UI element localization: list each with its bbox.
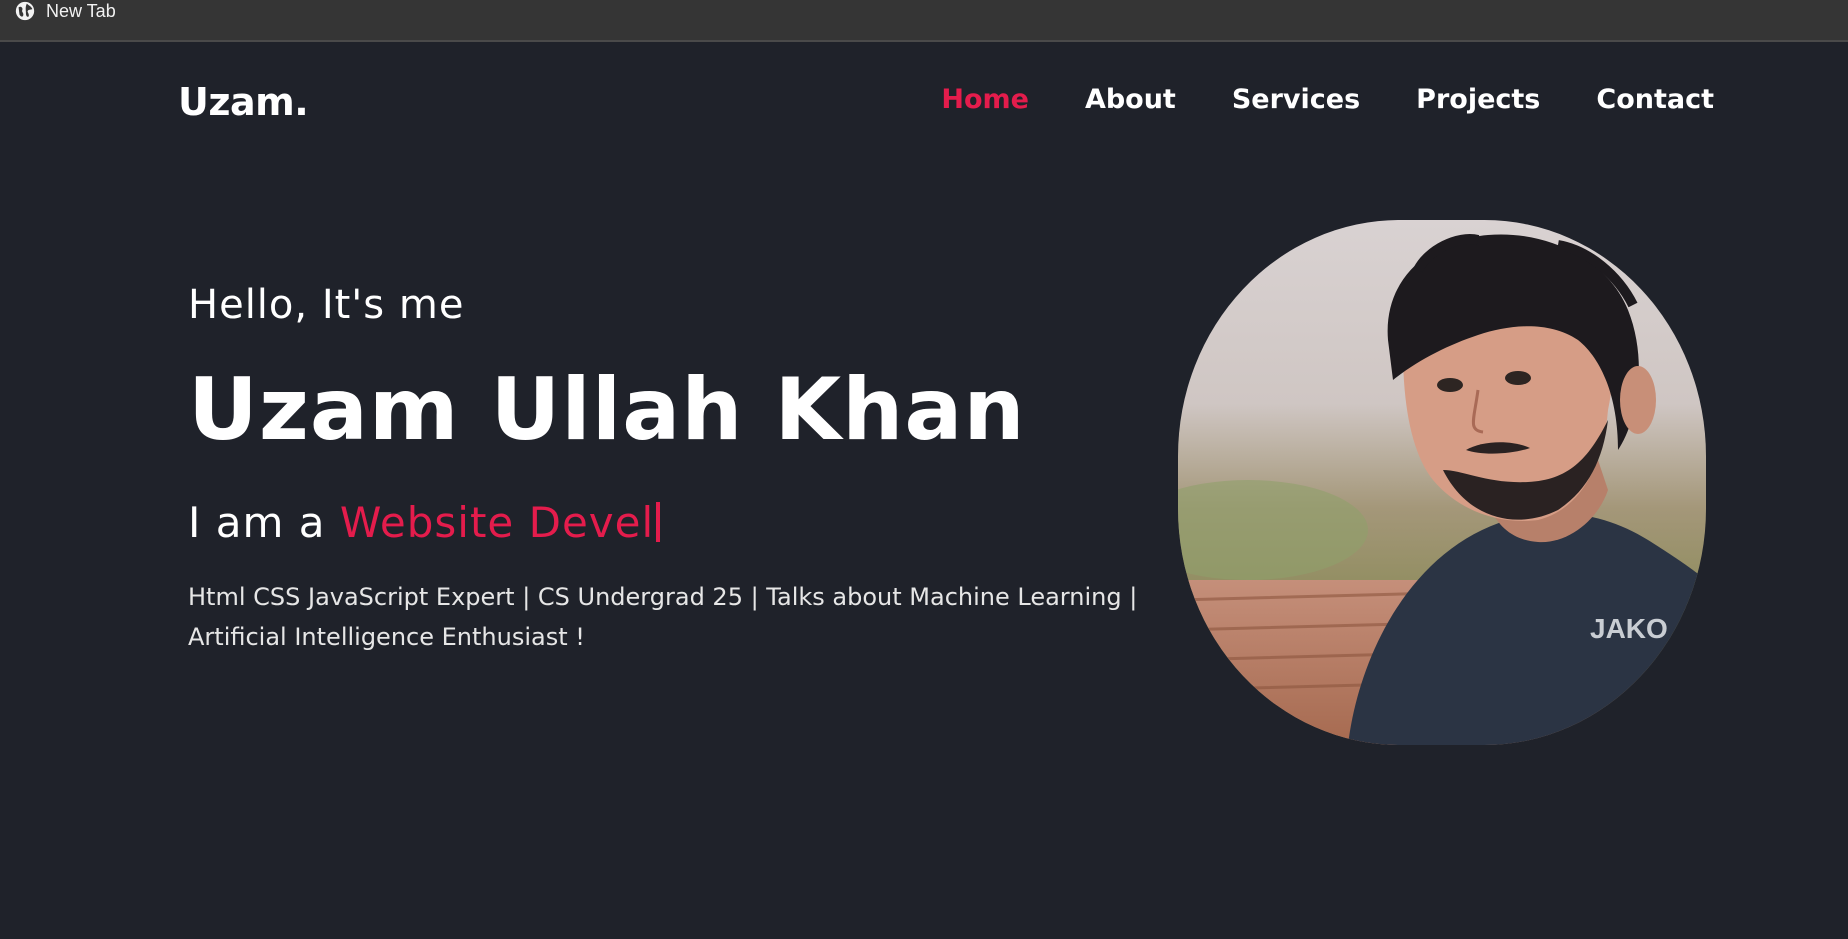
shirt-text: JAKO	[1590, 613, 1668, 644]
nav-home[interactable]: Home	[941, 84, 1029, 115]
profile-photo-illustration: JAKO	[1178, 220, 1706, 745]
nav-projects[interactable]: Projects	[1416, 84, 1540, 115]
role-prefix: I am a	[188, 498, 326, 547]
hero-bio: Html CSS JavaScript Expert | CS Undergra…	[188, 583, 1138, 651]
globe-icon	[15, 1, 35, 21]
hero-text: Hello, It's me Uzam Ullah Khan I am a We…	[188, 282, 1148, 657]
site-logo[interactable]: Uzam.	[178, 80, 309, 124]
hero-greeting: Hello, It's me	[188, 282, 465, 328]
profile-photo: JAKO	[1178, 220, 1706, 745]
main-nav: Home About Services Projects Contact	[885, 84, 1714, 115]
hero-name: Uzam Ullah Khan	[188, 360, 1026, 460]
role-typed-text: Website Devel	[339, 498, 655, 547]
portfolio-page: Uzam. Home About Services Projects Conta…	[0, 42, 1848, 939]
browser-tab[interactable]: New Tab	[14, 0, 116, 22]
hero-role: I am a Website Devel	[188, 498, 1148, 547]
nav-about[interactable]: About	[1085, 84, 1176, 115]
nav-services[interactable]: Services	[1232, 84, 1360, 115]
nav-contact[interactable]: Contact	[1596, 84, 1714, 115]
browser-tab-bar: New Tab	[0, 0, 1848, 42]
typing-cursor	[656, 502, 661, 542]
tab-title: New Tab	[46, 1, 116, 21]
